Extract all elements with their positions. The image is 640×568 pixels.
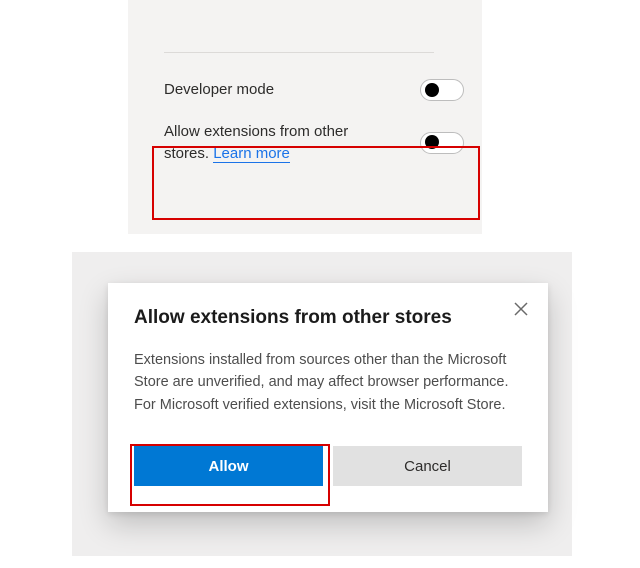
allow-button[interactable]: Allow xyxy=(134,446,323,486)
divider xyxy=(164,52,434,53)
setting-developer-mode: Developer mode xyxy=(164,75,464,105)
allow-other-stores-toggle[interactable] xyxy=(420,132,464,154)
toggle-knob xyxy=(425,83,439,97)
dialog-body: Extensions installed from sources other … xyxy=(134,349,522,416)
developer-mode-label: Developer mode xyxy=(164,81,274,98)
close-icon xyxy=(513,301,529,317)
close-button[interactable] xyxy=(512,301,530,319)
dialog-title: Allow extensions from other stores xyxy=(134,307,522,329)
dialog-buttons: Allow Cancel xyxy=(134,446,522,486)
settings-panel: Developer mode Allow extensions from oth… xyxy=(128,0,482,234)
setting-allow-other-stores: Allow extensions from other stores. Lear… xyxy=(164,117,464,169)
learn-more-link[interactable]: Learn more xyxy=(213,145,290,163)
toggle-knob xyxy=(425,135,439,149)
cancel-button[interactable]: Cancel xyxy=(333,446,522,486)
developer-mode-toggle[interactable] xyxy=(420,79,464,101)
allow-extensions-dialog: Allow extensions from other stores Exten… xyxy=(108,283,548,512)
